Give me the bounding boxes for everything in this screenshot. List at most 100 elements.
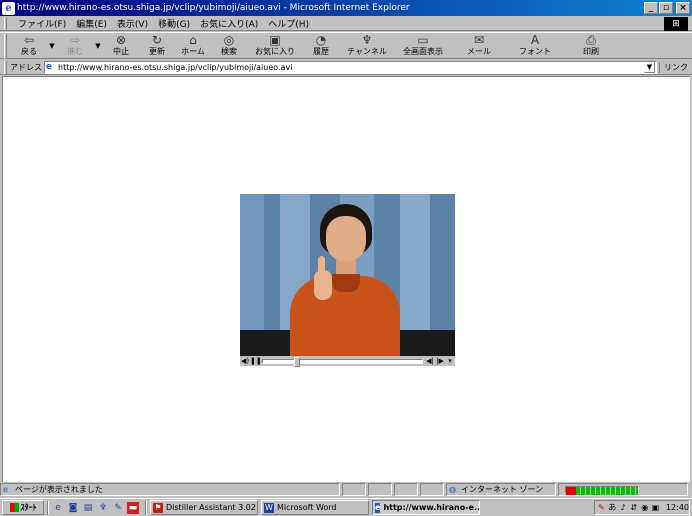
forward-button[interactable]: ⇨ 進む xyxy=(57,33,93,59)
minimize-button[interactable]: _ xyxy=(644,2,658,14)
channels-quicklaunch-icon[interactable]: ♆ xyxy=(97,502,109,514)
print-button[interactable]: ⎙ 印刷 xyxy=(563,33,619,59)
task-label: Distiller Assistant 3.02 xyxy=(166,503,256,512)
volume-icon[interactable]: ◀) xyxy=(240,357,250,366)
internet-zone-icon: ◍ xyxy=(449,484,456,494)
address-input[interactable]: e http://www.hirano-es.otsu.shiga.jp/vcl… xyxy=(44,60,657,74)
address-url[interactable]: http://www.hirano-es.otsu.shiga.jp/vclip… xyxy=(58,63,644,72)
back-label: 戻る xyxy=(21,47,37,56)
video-frame[interactable] xyxy=(240,194,455,356)
progress-pane xyxy=(558,483,688,496)
status-message-pane: e ページが表示されました xyxy=(0,483,340,496)
address-label: アドレス xyxy=(10,62,42,72)
menu-edit[interactable]: 編集(E) xyxy=(71,17,112,30)
windows-logo-icon: ⊞ xyxy=(664,17,688,31)
addressbar-grip[interactable] xyxy=(4,60,7,74)
monitor-tray-icon[interactable]: ▣ xyxy=(651,503,660,512)
menu-go[interactable]: 移動(G) xyxy=(153,17,195,30)
ie-icon[interactable]: e xyxy=(2,1,15,15)
search-label: 検索 xyxy=(221,47,237,56)
address-dropdown-button[interactable]: ▼ xyxy=(644,61,655,73)
menu-dropdown-button[interactable]: ▾ xyxy=(445,357,455,366)
maximize-button[interactable]: ▫ xyxy=(659,2,673,14)
outlook-quicklaunch-icon[interactable]: ◙ xyxy=(67,502,79,514)
pause-button[interactable]: ❚❚ xyxy=(250,357,262,366)
channels-button[interactable]: ♆ チャンネル xyxy=(339,33,395,59)
standard-toolbar: ⇦ 戻る ▼ ⇨ 進む ▼ ⊗ 中止 ↻ 更新 ⌂ ホーム ◎ 検索 ▣ お気に… xyxy=(0,32,692,59)
menu-file[interactable]: ファイル(F) xyxy=(13,17,71,30)
history-button[interactable]: ◔ 履歴 xyxy=(303,33,339,59)
fonts-icon: A xyxy=(530,33,540,47)
search-button[interactable]: ◎ 検索 xyxy=(211,33,247,59)
menu-help[interactable]: ヘルプ(H) xyxy=(263,17,314,30)
start-label: ｽﾀｰﾄ xyxy=(20,503,37,512)
acrobat-tray-icon[interactable]: ◉ xyxy=(640,503,649,512)
status-message: ページが表示されました xyxy=(15,485,103,494)
refresh-label: 更新 xyxy=(149,47,165,56)
forward-arrow-icon: ⇨ xyxy=(69,33,81,47)
toolbar-grip[interactable] xyxy=(4,34,7,59)
print-label: 印刷 xyxy=(583,47,599,56)
stop-icon: ⊗ xyxy=(115,33,127,47)
menubar-grip[interactable] xyxy=(4,17,7,29)
close-button[interactable]: × xyxy=(676,2,690,14)
zone-label: インターネット ゾーン xyxy=(461,485,544,494)
channels-icon: ♆ xyxy=(361,33,373,47)
seek-thumb[interactable] xyxy=(294,356,300,367)
menu-favorites[interactable]: お気に入り(A) xyxy=(195,17,263,30)
status-pane-empty xyxy=(342,483,366,496)
ime-tray-icon[interactable]: あ xyxy=(608,503,617,512)
address-bar: アドレス e http://www.hirano-es.otsu.shiga.j… xyxy=(0,60,692,75)
mail-button[interactable]: ✉ メール xyxy=(451,33,507,59)
menu-view[interactable]: 表示(V) xyxy=(112,17,153,30)
fullscreen-label: 全画面表示 xyxy=(403,47,443,56)
page-content: ◀) ❚❚ ◀| |▶ ▾ xyxy=(2,76,690,482)
stop-button[interactable]: ⊗ 中止 xyxy=(103,33,139,59)
edit-quicklaunch-icon[interactable]: ✎ xyxy=(112,502,124,514)
app-quicklaunch-icon[interactable]: ▬ xyxy=(127,501,139,514)
step-forward-button[interactable]: |▶ xyxy=(435,357,445,366)
back-dropdown[interactable]: ▼ xyxy=(47,33,57,59)
volume-tray-icon[interactable]: ♪ xyxy=(619,503,628,512)
favorites-button[interactable]: ▣ お気に入り xyxy=(247,33,303,59)
back-button[interactable]: ⇦ 戻る xyxy=(11,33,47,59)
fonts-label: フォント xyxy=(519,47,551,56)
step-back-button[interactable]: ◀| xyxy=(425,357,435,366)
desktop-quicklaunch-icon[interactable]: ▤ xyxy=(82,502,94,514)
resource-meter xyxy=(565,485,639,495)
task-label: Microsoft Word xyxy=(277,503,337,512)
person-finger xyxy=(318,256,325,276)
fonts-button[interactable]: A フォント xyxy=(507,33,563,59)
media-controls: ◀) ❚❚ ◀| |▶ ▾ xyxy=(240,356,455,367)
print-icon: ⎙ xyxy=(586,33,596,47)
refresh-button[interactable]: ↻ 更新 xyxy=(139,33,175,59)
search-icon: ◎ xyxy=(223,33,235,47)
task-distiller[interactable]: ⚑ Distiller Assistant 3.02 xyxy=(150,500,258,515)
home-button[interactable]: ⌂ ホーム xyxy=(175,33,211,59)
links-button[interactable]: リンク xyxy=(659,61,692,73)
mail-icon: ✉ xyxy=(473,33,485,47)
forward-dropdown[interactable]: ▼ xyxy=(93,33,103,59)
page-done-icon: e xyxy=(3,484,8,494)
distiller-icon: ⚑ xyxy=(153,502,163,513)
history-label: 履歴 xyxy=(313,47,329,56)
refresh-icon: ↻ xyxy=(151,33,163,47)
fullscreen-button[interactable]: ▭ 全画面表示 xyxy=(395,33,451,59)
mail-label: メール xyxy=(467,47,491,56)
title-bar[interactable]: e http://www.hirano-es.otsu.shiga.jp/vcl… xyxy=(0,0,692,16)
task-word[interactable]: W Microsoft Word xyxy=(261,500,369,515)
menu-bar: ファイル(F) 編集(E) 表示(V) 移動(G) お気に入り(A) ヘルプ(H… xyxy=(0,16,692,31)
quicklaunch-separator xyxy=(47,500,49,515)
status-pane-empty xyxy=(420,483,444,496)
network-tray-icon[interactable]: ⇵ xyxy=(629,503,638,512)
ie-task-icon: e xyxy=(375,502,381,513)
seek-track[interactable] xyxy=(262,356,423,367)
task-ie[interactable]: e http://www.hirano-e... xyxy=(372,500,480,515)
status-pane-empty xyxy=(394,483,418,496)
start-button[interactable]: ｽﾀｰﾄ xyxy=(2,500,44,515)
person-collar xyxy=(332,274,360,292)
channels-label: チャンネル xyxy=(347,47,387,56)
pen-tray-icon[interactable]: ✎ xyxy=(597,503,606,512)
status-bar: e ページが表示されました ◍ インターネット ゾーン xyxy=(0,482,692,497)
ie-quicklaunch-icon[interactable]: e xyxy=(52,502,64,514)
